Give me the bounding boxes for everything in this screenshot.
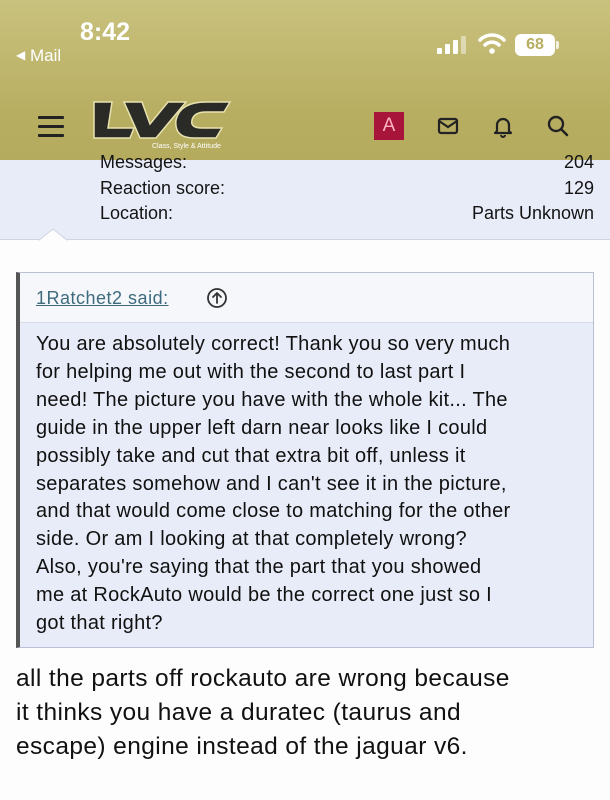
battery-nub [556, 41, 559, 49]
quote-line: and that would come close to matching fo… [36, 500, 511, 523]
profile-info-panel: Messages: 204 Reaction score: 129 Locati… [0, 152, 610, 240]
mail-icon[interactable] [436, 114, 460, 138]
message-pointer-arrow [38, 228, 68, 242]
info-label: Location: [100, 203, 174, 223]
back-label: Mail [29, 46, 62, 65]
quote-line: need! The picture you have with the whol… [36, 388, 508, 411]
quote-header: 1Ratchet2 said: [20, 273, 593, 323]
quote-author-link[interactable]: 1Ratchet2 said: [36, 288, 169, 309]
reply-text: all the parts off rockauto are wrong bec… [16, 662, 596, 764]
quote-line: for helping me out with the second to la… [36, 360, 466, 383]
reply-line: escape) engine instead of the jaguar v6. [16, 733, 468, 760]
back-to-mail[interactable]: ◀ Mail [16, 46, 61, 66]
info-value: 129 [563, 178, 594, 198]
quote-line: separates somehow and I can't see it in … [36, 472, 507, 495]
info-value: Parts Unknown [471, 203, 594, 223]
search-icon[interactable] [546, 114, 570, 138]
user-avatar[interactable]: A [374, 112, 404, 140]
cellular-signal-icon [437, 36, 466, 54]
bell-icon[interactable] [491, 114, 515, 138]
quote-line: possibly take and cut that extra bit off… [36, 444, 466, 467]
quote-line: side. Or am I looking at that completely… [36, 528, 467, 551]
quote-text: You are absolutely correct! Thank you so… [36, 331, 580, 638]
status-time: 8:42 [80, 18, 131, 46]
battery-indicator: 68 [515, 34, 555, 56]
top-bar: ◀ Mail 8:42 68 Class, Style & Attitude A [0, 0, 610, 160]
site-logo[interactable]: Class, Style & Attitude [90, 98, 240, 150]
info-label: Reaction score: [100, 178, 226, 198]
quote-line: Also, you're saying that the part that y… [36, 556, 482, 579]
quote-line: You are absolutely correct! Thank you so… [36, 333, 511, 355]
quote-line: guide in the upper left darn near looks … [36, 416, 488, 439]
lvc-logo-icon: Class, Style & Attitude [93, 101, 232, 150]
quote-line: me at RockAuto would be the correct one … [36, 584, 493, 607]
reply-line: all the parts off rockauto are wrong bec… [16, 665, 510, 692]
info-value: 204 [563, 152, 594, 172]
menu-icon[interactable] [38, 116, 64, 138]
arrow-up-circle-icon[interactable] [206, 287, 228, 309]
wifi-icon [478, 33, 506, 54]
quote-line: got that right? [36, 612, 163, 635]
quote-block: 1Ratchet2 said: You are absolutely corre… [16, 272, 594, 648]
reply-line: it thinks you have a duratec (taurus and [16, 699, 462, 726]
back-triangle-icon: ◀ [16, 48, 26, 62]
logo-tagline: Class, Style & Attitude [152, 143, 221, 150]
info-label: Messages: [100, 152, 188, 172]
